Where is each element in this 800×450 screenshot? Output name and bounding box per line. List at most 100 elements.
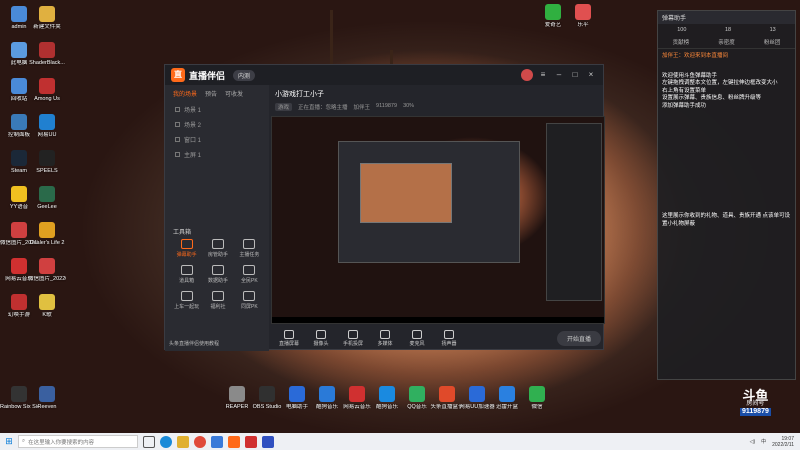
close-icon[interactable]: × [585,69,597,81]
danmu-assistant-panel[interactable]: 弹幕助手 100 18 13 贡献榜 亲密度 粉丝团 加伴王：欢迎来到本直播间 欢迎使用… [657,10,796,380]
tool-button[interactable]: 道具箱 [171,265,202,284]
room-meta: 游戏 正在直播：忽略主播 加伴王 9119879 30% [271,103,605,111]
minimize-icon[interactable]: – [553,69,565,81]
tool-button[interactable]: 上车一起玩 [171,291,202,310]
source-button[interactable]: 手机投屏 [339,330,367,347]
tool-label: 房管助手 [207,252,228,258]
ime-indicator[interactable]: 中 [761,438,766,445]
task-view-icon[interactable] [143,435,155,448]
preview-nested-window-inner [360,163,452,223]
visibility-checkbox[interactable] [175,152,180,157]
desktop-icon[interactable]: 乐平 [564,4,602,28]
chat-tab[interactable]: 亲密度 [718,38,735,46]
tool-button[interactable]: 全民PK [234,265,265,284]
taskbar-search-input[interactable]: ⌕ 在这里输入你要搜索的内容 [18,435,138,448]
clock-date: 2022/2/11 [772,441,794,448]
scene-item[interactable]: 场景 1 [165,102,269,117]
app-icon [289,386,305,402]
tool-button[interactable]: 房管助手 [202,239,233,258]
visibility-checkbox[interactable] [175,107,180,112]
chrome-icon[interactable] [194,435,206,448]
maximize-icon[interactable]: □ [569,69,581,81]
desktop-icon[interactable]: Dealer's Life 2 [28,222,66,246]
app-icon[interactable] [262,435,274,448]
desktop-icon[interactable]: ShaderBlack... [28,42,66,66]
app-title-bar[interactable]: 直 直播伴侣 内测 ≡ – □ × [165,65,603,85]
chat-message: 设置展示弹幕、贵族信息、粉丝牌升级等 [662,95,762,101]
chat-tab[interactable]: 粉丝团 [764,38,781,46]
clock[interactable]: 19:07 2022/2/11 [772,436,794,448]
tool-button[interactable]: 主播任务 [234,239,265,258]
app-icon [39,42,55,58]
source-button[interactable]: 麦克风 [403,330,431,347]
desktop-icon[interactable]: GeeLee [28,186,66,210]
source-label: 摄像头 [313,341,329,347]
source-button[interactable]: 多媒体 [371,330,399,347]
app-icon[interactable] [228,435,240,448]
room-meta-item: 9119879 [376,103,398,109]
scene-item[interactable]: 主屏 1 [165,147,269,162]
desktop-icon-label: GeeLee [37,204,57,210]
app-icon[interactable] [245,435,257,448]
app-icon [11,78,27,94]
desktop-icon[interactable]: Among Us [28,78,66,102]
system-tray: ◁) 中 19:07 2022/2/11 [750,436,800,448]
desktop-icon-label: 微信图片_2022011... [28,276,66,282]
tool-button[interactable]: 数据助手 [202,265,233,284]
source-button[interactable]: 直播屏幕 [275,330,303,347]
tools-header: 工具箱 [173,230,192,236]
desktop-icon[interactable]: SPEELS [28,150,66,174]
app-icon [11,386,27,402]
tool-label: 福利社 [210,304,226,310]
tool-label: 道具箱 [179,278,195,284]
source-icon [380,330,390,339]
app-icon [39,78,55,94]
tool-button[interactable]: 同屏PK [234,291,265,310]
source-button[interactable]: 扬声器 [435,330,463,347]
tool-label: 弹幕助手 [176,252,197,258]
scene-tab[interactable]: 可收发 [225,89,243,98]
desktop-icon[interactable]: 微信 [518,386,556,410]
desktop-icon-label: 新建文件夹 [33,24,61,30]
windows-start-icon[interactable]: ⊞ [0,433,18,450]
scene-item[interactable]: 窗口 1 [165,132,269,147]
chat-messages: 加伴王：欢迎来到本直播间 欢迎使用斗鱼弹幕助手 左键拖拽调整本文位置，左键拉伸边框… [658,49,795,114]
desktop-icon[interactable]: 微信图片_2022011... [28,258,66,282]
tool-button[interactable]: 福利社 [202,291,233,310]
room-category[interactable]: 游戏 [275,103,293,111]
room-title[interactable]: 小游戏打工小子 [271,85,605,103]
stream-preview[interactable] [271,116,605,324]
store-icon[interactable] [211,435,223,448]
visibility-checkbox[interactable] [175,122,180,127]
app-icon [11,6,27,22]
scene-tab[interactable]: 我的场景 [173,89,197,98]
volume-icon[interactable]: ◁) [750,439,756,445]
desktop-icon-label: Dealer's Life 2 [29,240,65,246]
menu-icon[interactable]: ≡ [537,69,549,81]
chat-stats: 100 18 13 [658,24,795,36]
desktop-icon[interactable]: K歌 [28,294,66,318]
start-live-button[interactable]: 开始直播 [556,331,601,346]
source-icon [444,330,454,339]
scene-tab[interactable]: 预告 [205,89,217,98]
chat-header[interactable]: 弹幕助手 [658,11,795,24]
desktop-icon[interactable]: 网易UU [28,114,66,138]
desktop-icon[interactable]: 新建文件夹 [28,6,66,30]
room-meta-item: 加伴王 [353,105,371,111]
source-button[interactable]: 摄像头 [307,330,335,347]
douyu-brand: 斗鱼 [742,388,769,403]
tool-icon [243,291,256,301]
app-icon [545,4,561,20]
folder-icon[interactable] [177,435,189,448]
live-companion-window[interactable]: 直 直播伴侣 内测 ≡ – □ × 我的场景 预告 可收发 场景 1 场景 2 窗口 1… [164,64,605,351]
version-badge[interactable]: 内测 [233,69,256,81]
avatar[interactable] [521,69,533,81]
visibility-checkbox[interactable] [175,137,180,142]
edge-icon[interactable] [160,435,172,448]
app-icon [39,386,55,402]
desktop-icon[interactable]: Reeven [28,386,66,410]
tool-button[interactable]: 弹幕助手 [171,239,202,258]
chat-tab[interactable]: 贡献榜 [673,38,690,46]
scene-item[interactable]: 场景 2 [165,117,269,132]
tutorial-link[interactable]: 头条直播伴侣使用教程 [169,340,219,347]
